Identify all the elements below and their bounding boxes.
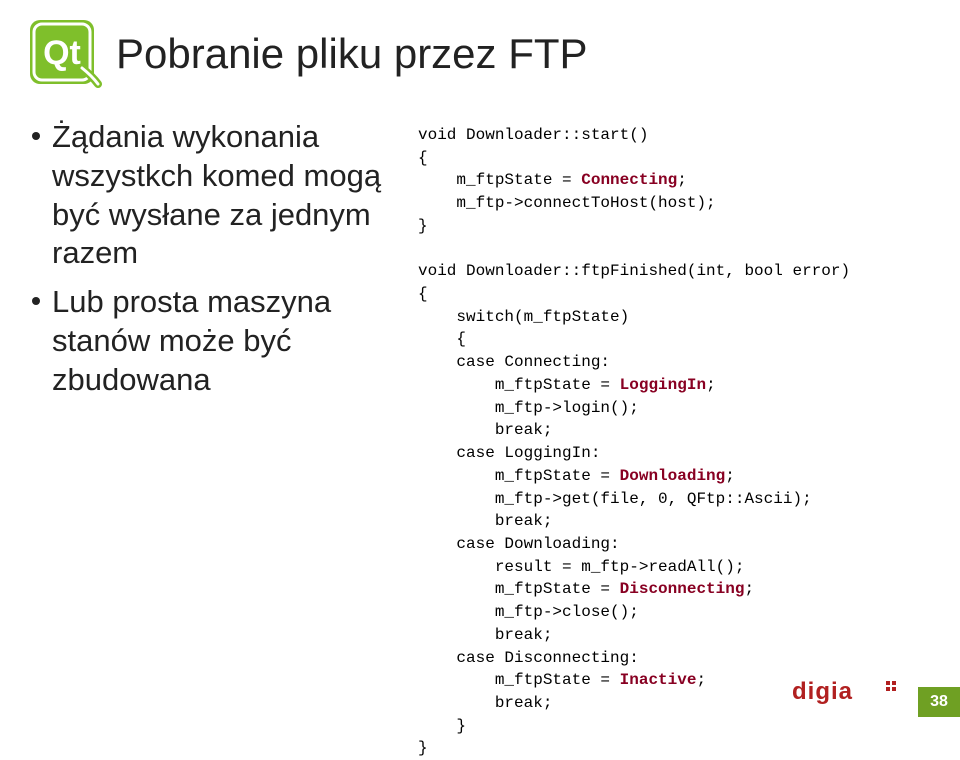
digia-logo-icon: digia [792,677,902,707]
header-row: Qt Pobranie pliku przez FTP [28,18,932,90]
page-number: 38 [918,687,960,717]
qt-logo-icon: Qt [28,18,102,90]
slide: Qt Pobranie pliku przez FTP Żądania wyko… [0,0,960,717]
bullet-item: Lub prosta maszyna stanów może być zbudo… [28,283,398,399]
code-block: void Downloader::start() { m_ftpState = … [418,118,932,760]
svg-text:digia: digia [792,678,853,705]
content-row: Żądania wykonania wszystkch komed mogą b… [28,118,932,760]
bullet-list: Żądania wykonania wszystkch komed mogą b… [28,118,398,409]
svg-text:Qt: Qt [43,34,81,72]
slide-title: Pobranie pliku przez FTP [116,30,588,78]
bullet-item: Żądania wykonania wszystkch komed mogą b… [28,118,398,273]
